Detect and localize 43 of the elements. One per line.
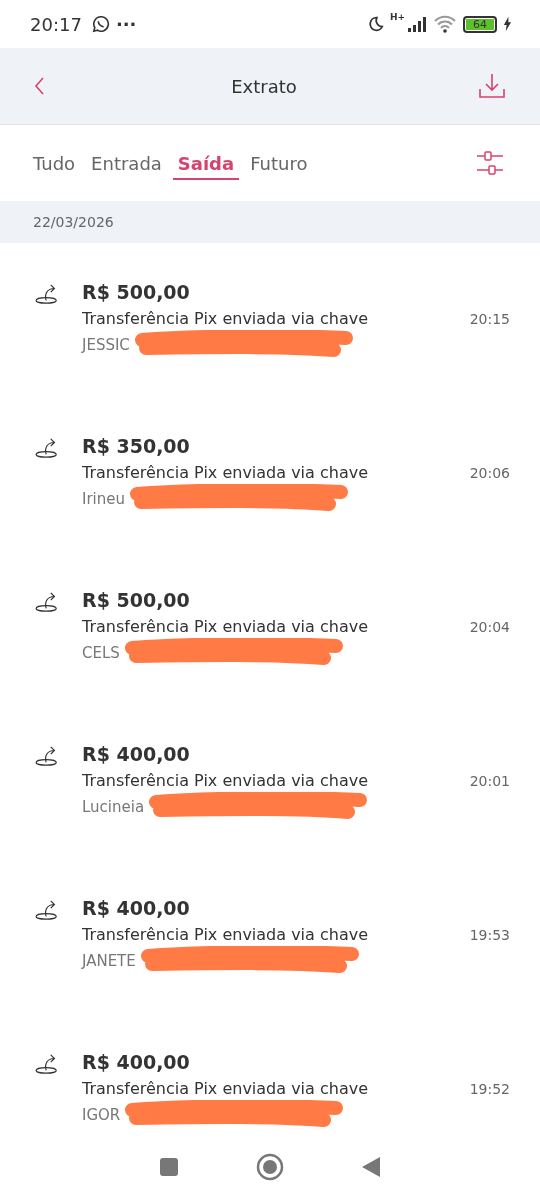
network-type: H+ <box>389 12 405 22</box>
download-icon[interactable] <box>478 72 506 100</box>
recipient-name: Lucineia <box>82 798 145 816</box>
battery-indicator: 64 <box>463 15 497 33</box>
transaction-description: Transferência Pix enviada via chave <box>82 925 368 944</box>
amount: R$ 500,00 <box>82 589 191 611</box>
amount: R$ 400,00 <box>82 897 191 919</box>
transaction-description: Transferência Pix enviada via chave <box>82 1079 368 1098</box>
transaction-time: 20:04 <box>469 619 510 635</box>
chat-bubble-icon <box>91 15 110 33</box>
more-notifications: ··· <box>115 13 137 35</box>
transaction-time: 19:52 <box>469 1081 510 1097</box>
recent-apps-icon[interactable] <box>158 1157 179 1177</box>
recipient-name: JANETE <box>82 952 136 970</box>
recipient-name: CELS <box>82 644 120 662</box>
transaction-description: Transferência Pix enviada via chave <box>82 463 368 482</box>
transaction-time: 20:01 <box>469 773 510 789</box>
amount: R$ 350,00 <box>82 435 191 457</box>
transaction-time: 20:15 <box>469 311 510 327</box>
wifi-icon <box>433 15 457 33</box>
recipient-name: Irineu <box>82 490 125 508</box>
home-icon[interactable] <box>256 1153 284 1181</box>
filter-sliders-icon[interactable] <box>476 149 504 177</box>
filter-tab[interactable]: Tudo <box>28 146 81 180</box>
transaction-description: Transferência Pix enviada via chave <box>82 617 368 636</box>
transaction-description: Transferência Pix enviada via chave <box>82 771 368 790</box>
charging-icon <box>503 16 512 32</box>
transaction-time: 19:53 <box>469 927 510 943</box>
recipient-name: IGOR <box>82 1106 121 1124</box>
recipient-name: JESSIC <box>82 336 130 354</box>
status-time: 20:17 <box>30 13 82 35</box>
transaction-time: 20:06 <box>469 465 510 481</box>
filter-tab[interactable]: Saída <box>172 146 240 180</box>
filter-tab[interactable]: Entrada <box>86 146 167 180</box>
amount: R$ 400,00 <box>82 743 191 765</box>
transaction-description: Transferência Pix enviada via chave <box>82 309 368 328</box>
date-label: 22/03/2026 <box>33 214 114 230</box>
amount: R$ 400,00 <box>82 1051 191 1073</box>
page-title: Extrato <box>230 75 298 97</box>
amount: R$ 500,00 <box>82 281 191 303</box>
signal-icon <box>407 16 427 32</box>
back-triangle-icon[interactable] <box>361 1156 382 1178</box>
filter-tab[interactable]: Futuro <box>245 146 313 180</box>
